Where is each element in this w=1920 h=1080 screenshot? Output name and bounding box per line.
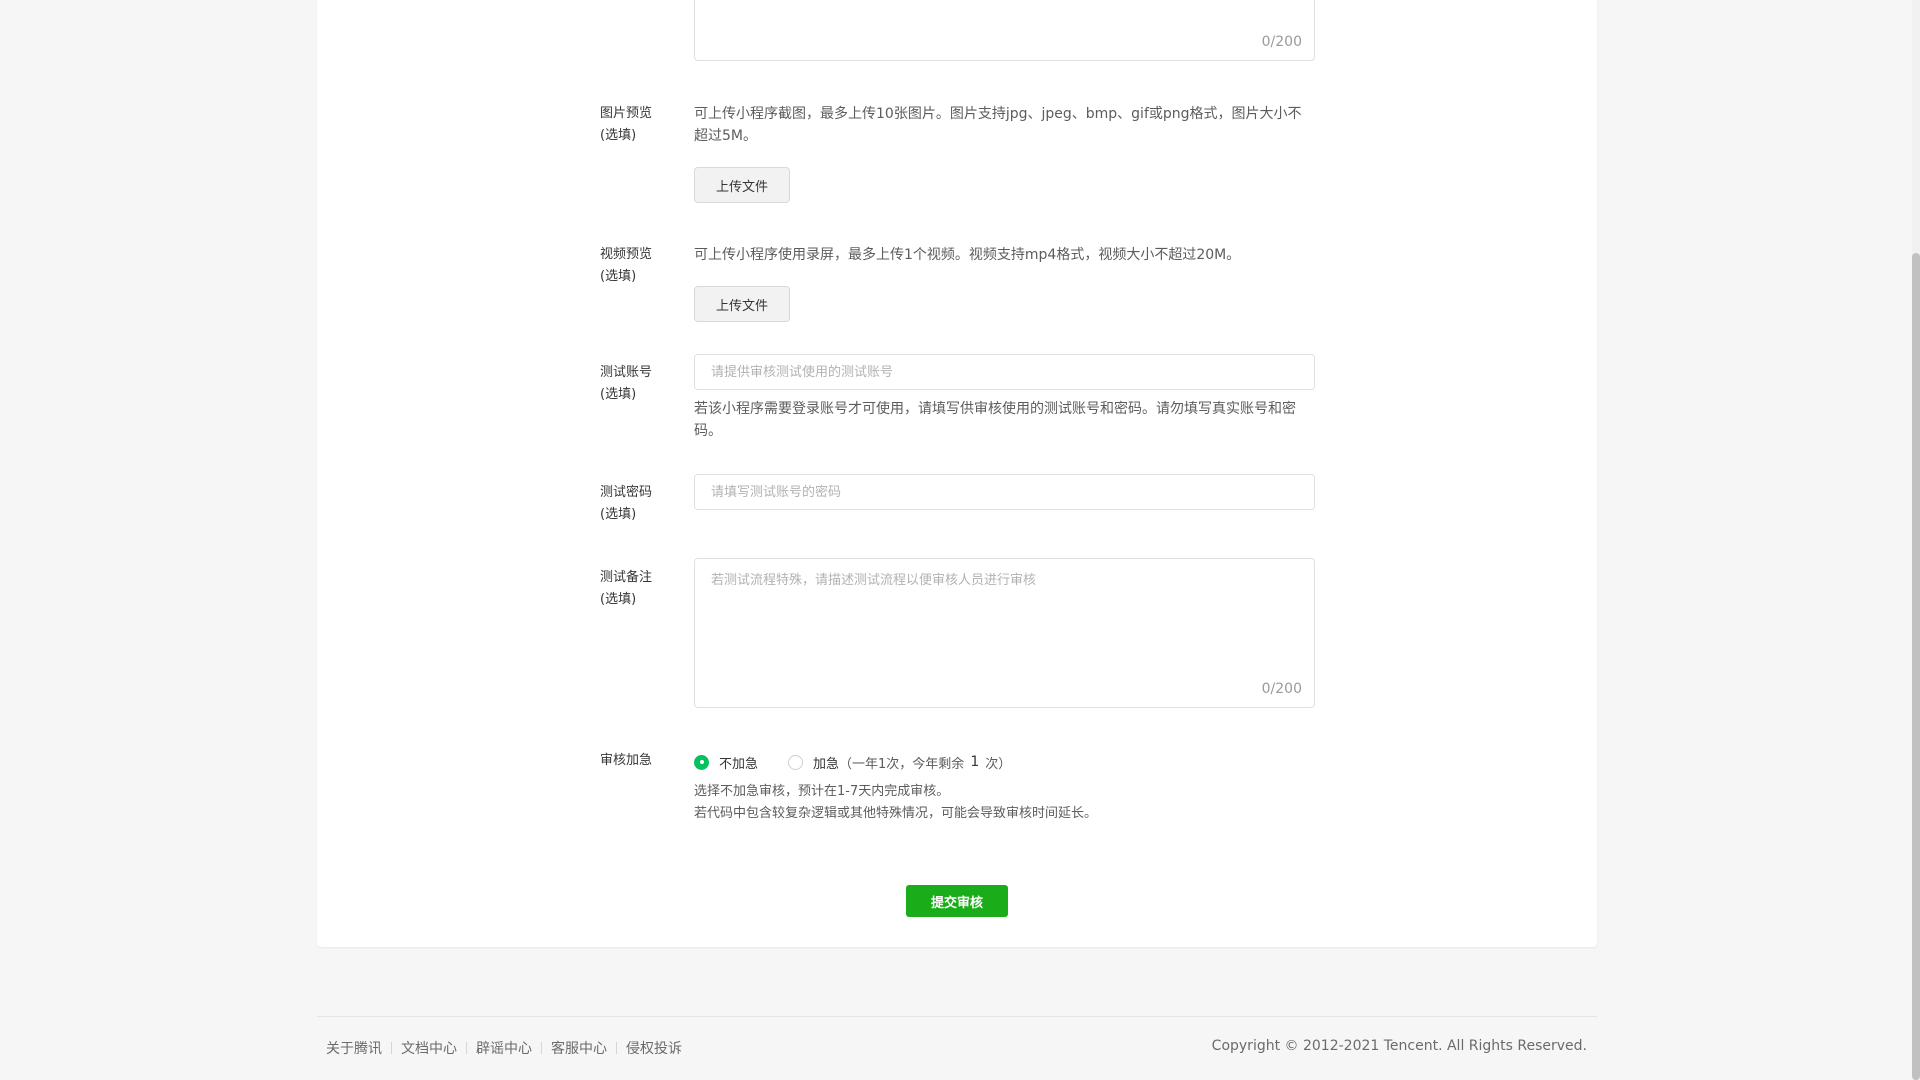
- scrollbar-track[interactable]: [1912, 0, 1920, 1080]
- radio-not-urgent[interactable]: 不加急: [694, 753, 758, 772]
- footer-link-service[interactable]: 客服中心: [551, 1038, 607, 1058]
- test-account-label: 测试账号 (选填): [600, 365, 653, 402]
- submit-review-button[interactable]: 提交审核: [906, 885, 1008, 917]
- scrollbar-thumb[interactable]: [1912, 253, 1920, 1080]
- description-counter: 0/200: [1261, 34, 1302, 50]
- copyright-text: Copyright © 2012-2021 Tencent. All Right…: [1211, 1038, 1587, 1054]
- footer-links: 关于腾讯 文档中心 辟谣中心 客服中心 侵权投诉: [326, 1038, 682, 1058]
- test-password-input[interactable]: [694, 474, 1315, 510]
- radio-selected-icon: [694, 754, 709, 770]
- footer-separator: [616, 1042, 617, 1054]
- footer-link-rumor[interactable]: 辟谣中心: [476, 1038, 532, 1058]
- test-account-desc: 若该小程序需要登录账号才可使用，请填写供审核使用的测试账号和密码。请勿填写真实账…: [694, 401, 1296, 439]
- video-preview-desc: 可上传小程序使用录屏，最多上传1个视频。视频支持mp4格式，视频大小不超过20M…: [694, 247, 1241, 263]
- footer-link-docs[interactable]: 文档中心: [401, 1038, 457, 1058]
- footer-separator: [391, 1042, 392, 1054]
- description-input[interactable]: [695, 0, 1314, 60]
- footer-divider: [317, 1016, 1597, 1017]
- footer-link-complaint[interactable]: 侵权投诉: [626, 1038, 682, 1058]
- test-notes-textarea[interactable]: 0/200: [694, 558, 1315, 708]
- test-notes-input[interactable]: [695, 559, 1314, 707]
- review-urgent-desc: 选择不加急审核，预计在1-7天内完成审核。 若代码中包含较复杂逻辑或其他特殊情况…: [694, 784, 1098, 821]
- image-upload-button[interactable]: 上传文件: [694, 167, 790, 203]
- review-urgent-options: 不加急 加急 （一年1次，今年剩余 1 次）: [694, 750, 1041, 774]
- video-preview-label: 视频预览 (选填): [600, 247, 653, 284]
- test-notes-counter: 0/200: [1261, 681, 1302, 697]
- footer-separator: [541, 1042, 542, 1054]
- footer-separator: [466, 1042, 467, 1054]
- image-preview-desc: 可上传小程序截图，最多上传10张图片。图片支持jpg、jpeg、bmp、gif或…: [694, 106, 1302, 144]
- description-textarea[interactable]: 0/200: [694, 0, 1315, 61]
- test-notes-label: 测试备注 (选填): [600, 570, 653, 607]
- test-account-input[interactable]: [694, 354, 1315, 390]
- test-password-label: 测试密码 (选填): [600, 485, 653, 522]
- radio-urgent[interactable]: 加急 （一年1次，今年剩余 1 次）: [788, 753, 1011, 772]
- review-urgent-label: 审核加急: [600, 753, 653, 768]
- image-preview-label: 图片预览 (选填): [600, 106, 653, 143]
- footer-link-about[interactable]: 关于腾讯: [326, 1038, 382, 1058]
- radio-unselected-icon: [788, 754, 804, 770]
- video-upload-button[interactable]: 上传文件: [694, 286, 790, 322]
- urgent-remaining-count: 1: [970, 754, 980, 770]
